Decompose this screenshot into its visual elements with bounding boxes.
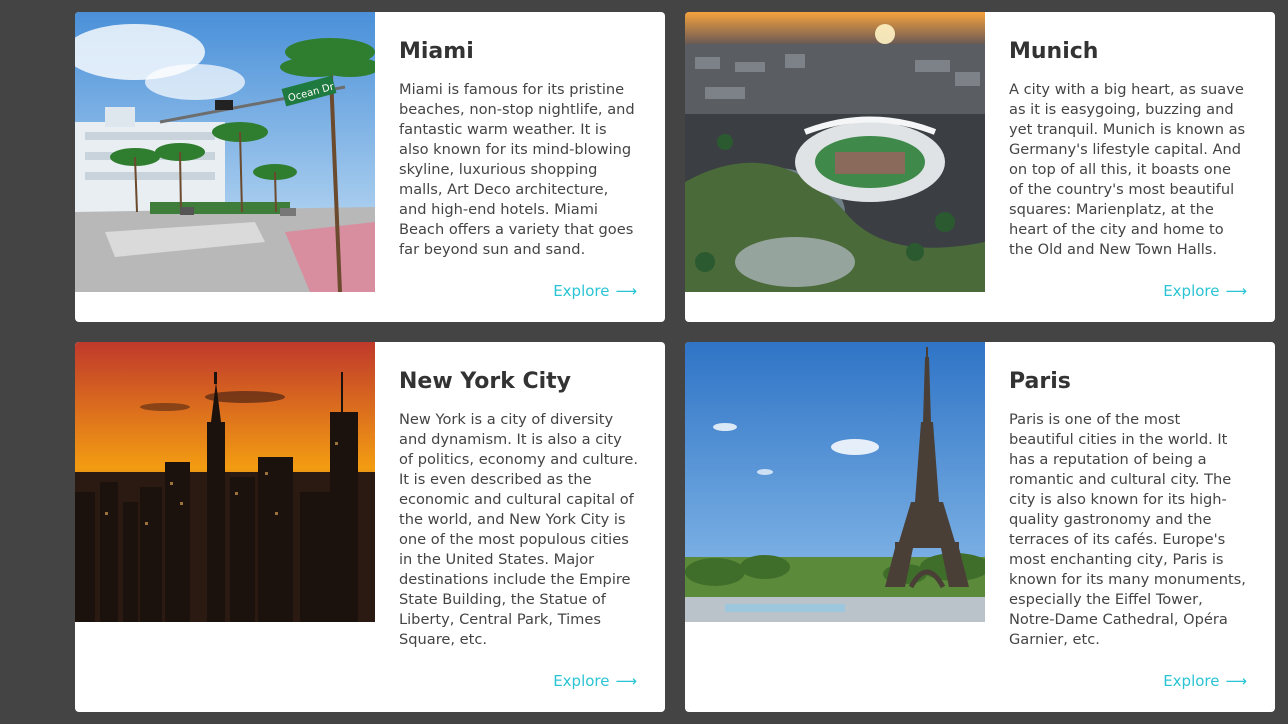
- arrow-right-icon: ⟶: [1225, 282, 1247, 300]
- miami-image: Ocean Dr: [75, 12, 375, 292]
- explore-label: Explore: [553, 672, 610, 690]
- card-title: New York City: [399, 369, 572, 394]
- explore-label: Explore: [1163, 672, 1220, 690]
- arrow-right-icon: ⟶: [1225, 672, 1247, 690]
- munich-olympic-park-aerial-photo: [685, 12, 985, 292]
- paris-image: [685, 342, 985, 622]
- arrow-right-icon: ⟶: [615, 672, 637, 690]
- card-description: New York is a city of diversity and dyna…: [399, 411, 638, 648]
- city-card-miami: Ocean Dr Miami Miami is famous for its p…: [75, 12, 665, 322]
- munich-image: [685, 12, 985, 292]
- explore-link-new-york[interactable]: Explore ⟶: [553, 672, 637, 690]
- paris-card-body: Paris Paris is one of the most beautiful…: [985, 342, 1275, 712]
- explore-link-paris[interactable]: Explore ⟶: [1163, 672, 1247, 690]
- explore-label: Explore: [1163, 282, 1220, 300]
- explore-link-miami[interactable]: Explore ⟶: [553, 282, 637, 300]
- card-title: Munich: [1009, 39, 1099, 64]
- explore-label: Explore: [553, 282, 610, 300]
- explore-link-munich[interactable]: Explore ⟶: [1163, 282, 1247, 300]
- munich-card-body: Munich A city with a big heart, as suave…: [985, 12, 1275, 322]
- arrow-right-icon: ⟶: [615, 282, 637, 300]
- card-title: Paris: [1009, 369, 1071, 394]
- new-york-card-body: New York City New York is a city of dive…: [375, 342, 665, 712]
- city-card-paris: Paris Paris is one of the most beautiful…: [685, 342, 1275, 712]
- card-description: Paris is one of the most beautiful citie…: [1009, 411, 1246, 648]
- city-card-munich: Munich A city with a big heart, as suave…: [685, 12, 1275, 322]
- miami-card-body: Miami Miami is famous for its pristine b…: [375, 12, 665, 322]
- card-description: A city with a big heart, as suave as it …: [1009, 81, 1246, 258]
- card-description: Miami is famous for its pristine beaches…: [399, 81, 635, 258]
- eiffel-tower-photo: [685, 342, 985, 622]
- miami-street-photo: Ocean Dr: [75, 12, 375, 292]
- new-york-skyline-sunset-photo: [75, 342, 375, 622]
- card-title: Miami: [399, 39, 474, 64]
- city-card-new-york: New York City New York is a city of dive…: [75, 342, 665, 712]
- new-york-image: [75, 342, 375, 622]
